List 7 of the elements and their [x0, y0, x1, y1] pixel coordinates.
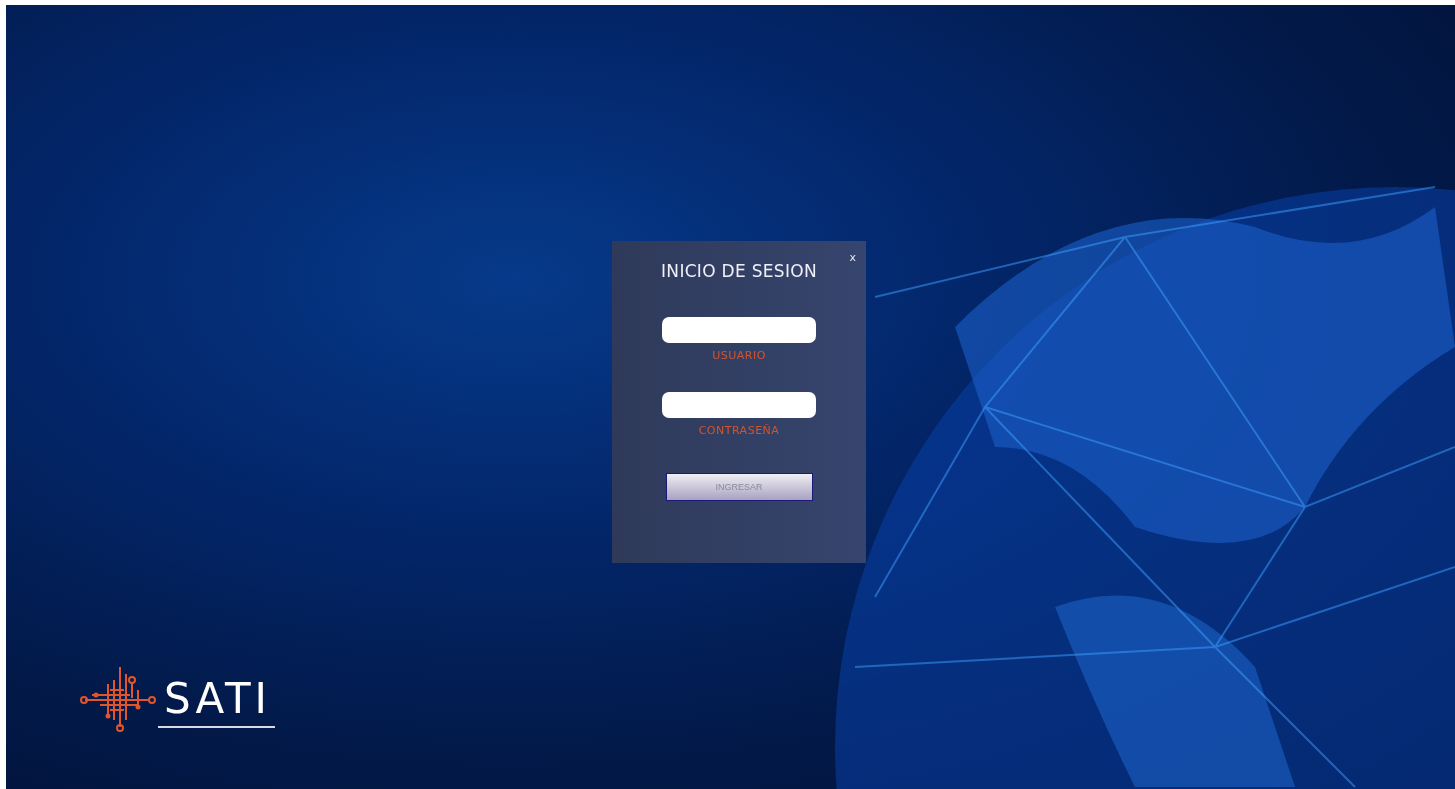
field-label: CONTRASEÑA — [698, 424, 780, 437]
field-label: USUARIO — [712, 349, 766, 362]
dialog-title: INICIO DE SESION — [661, 261, 817, 281]
logo-text: SATI — [158, 678, 275, 728]
close-button[interactable]: x — [849, 251, 856, 264]
input-field[interactable] — [662, 392, 816, 418]
input-field[interactable] — [662, 317, 816, 343]
